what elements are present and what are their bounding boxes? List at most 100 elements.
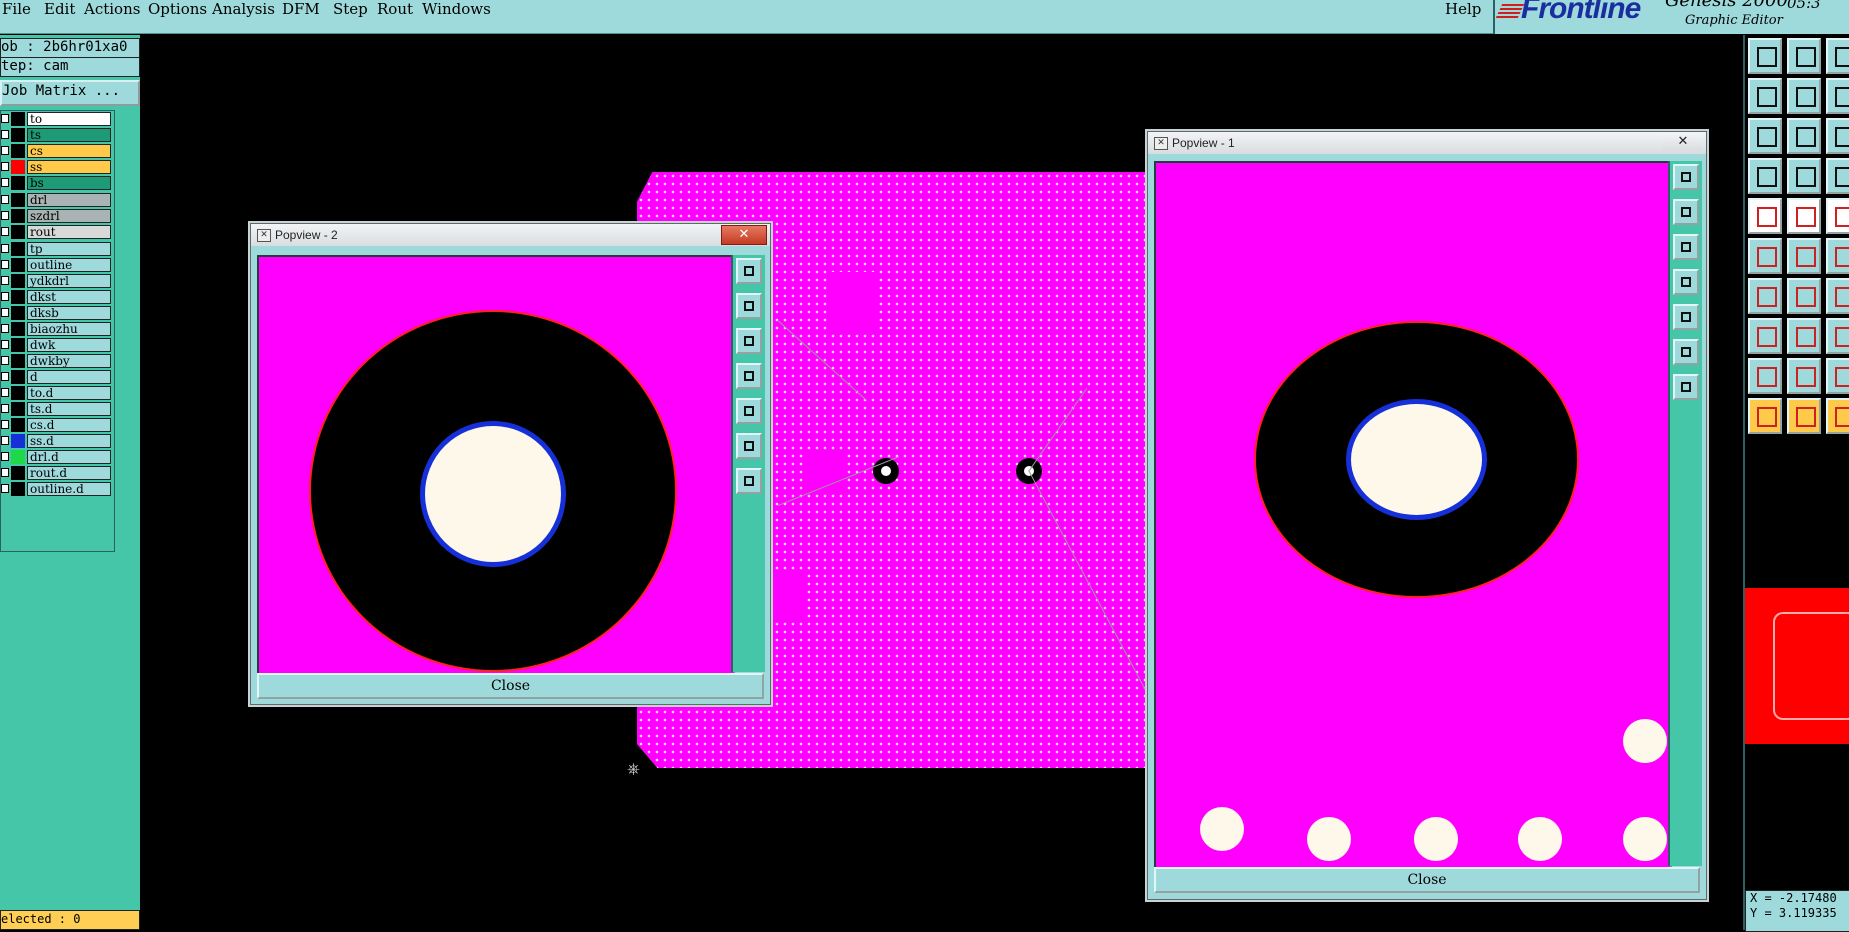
pad-icon[interactable] — [1748, 198, 1782, 234]
layer-name[interactable]: ss.d — [27, 434, 111, 448]
layer-checkbox[interactable] — [1, 340, 9, 349]
menu-help[interactable]: Help — [1445, 0, 1481, 18]
pan-down-icon[interactable] — [736, 328, 762, 354]
layer-checkbox[interactable] — [1, 420, 9, 429]
layer-name[interactable]: outline.d — [27, 482, 111, 496]
layer-row[interactable]: drl — [1, 193, 111, 207]
layer-checkbox[interactable] — [1, 244, 9, 253]
redraw-icon[interactable] — [1826, 78, 1849, 114]
layer-checkbox[interactable] — [1, 356, 9, 365]
house-icon[interactable] — [1826, 38, 1849, 74]
layer-row[interactable]: outline — [1, 258, 111, 272]
zoom-prev-icon[interactable] — [1748, 78, 1782, 114]
layer-name[interactable]: szdrl — [27, 209, 111, 223]
layer-row[interactable]: to — [1, 112, 111, 126]
zoom-out-icon[interactable] — [736, 468, 762, 494]
pointer-icon[interactable] — [1748, 398, 1782, 434]
menu-windows[interactable]: Windows — [422, 0, 491, 18]
layer-checkbox[interactable] — [1, 404, 9, 413]
pan-up-icon[interactable] — [1673, 199, 1699, 225]
menu-actions[interactable]: Actions — [84, 0, 140, 18]
snap-icon[interactable] — [1826, 158, 1849, 194]
popview-2-viewport[interactable] — [257, 255, 735, 676]
layer-name[interactable]: dwkby — [27, 354, 111, 368]
layer-row[interactable]: szdrl — [1, 209, 111, 223]
layer-row[interactable]: drl.d — [1, 450, 111, 464]
layer-checkbox[interactable] — [1, 260, 9, 269]
layer-name[interactable]: d — [27, 370, 111, 384]
zoom-window-icon[interactable] — [736, 258, 762, 284]
layer-name[interactable]: drl.d — [27, 450, 111, 464]
zoom-fit-icon[interactable] — [736, 433, 762, 459]
popview-1-titlebar[interactable]: ✕ Popview - 1 ✕ — [1148, 132, 1706, 154]
zoom-fit-icon[interactable] — [1748, 118, 1782, 154]
pointer-select-icon[interactable] — [1787, 398, 1821, 434]
pan-up-icon[interactable] — [736, 293, 762, 319]
triangle-outline-icon[interactable] — [1787, 358, 1821, 394]
zoom-fit-icon[interactable] — [1673, 339, 1699, 365]
popview-2-titlebar[interactable]: ✕ Popview - 2 ✕ — [251, 224, 770, 246]
layer-checkbox[interactable] — [1, 452, 9, 461]
pan-right-icon[interactable] — [1673, 304, 1699, 330]
layer-checkbox[interactable] — [1, 211, 9, 220]
layer-row[interactable]: dwkby — [1, 354, 111, 368]
popview-1-viewport[interactable] — [1154, 161, 1672, 870]
layer-checkbox[interactable] — [1, 372, 9, 381]
menu-file[interactable]: File — [2, 0, 31, 18]
layer-checkbox[interactable] — [1, 178, 9, 187]
zoom-area-icon[interactable] — [1787, 118, 1821, 154]
layer-row[interactable]: bs — [1, 176, 111, 190]
layer-row[interactable]: d — [1, 370, 111, 384]
diagonal-icon[interactable] — [1748, 278, 1782, 314]
zoom-window-icon[interactable] — [1673, 164, 1699, 190]
layer-row[interactable]: dksb — [1, 306, 111, 320]
settings-icon[interactable] — [1748, 158, 1782, 194]
layer-checkbox[interactable] — [1, 484, 9, 493]
arc-icon[interactable] — [1826, 278, 1849, 314]
layer-checkbox[interactable] — [1, 436, 9, 445]
layer-row[interactable]: biaozhu — [1, 322, 111, 336]
popview-2-close-icon[interactable]: ✕ — [721, 225, 767, 245]
layer-name[interactable]: rout — [27, 225, 111, 239]
layer-name[interactable]: rout.d — [27, 466, 111, 480]
line-icon[interactable] — [1787, 198, 1821, 234]
layer-checkbox[interactable] — [1, 227, 9, 236]
minus-icon[interactable] — [1787, 318, 1821, 354]
menu-step[interactable]: Step — [333, 0, 368, 18]
corner-icon[interactable] — [1826, 358, 1849, 394]
pan-left-icon[interactable] — [1673, 269, 1699, 295]
layer-row[interactable]: ts — [1, 128, 111, 142]
zoom-home-icon[interactable] — [1748, 38, 1782, 74]
grid-icon[interactable] — [1787, 158, 1821, 194]
layer-name[interactable]: dkst — [27, 290, 111, 304]
pan-down-icon[interactable] — [1673, 234, 1699, 260]
popview-1-close-icon[interactable]: ✕ — [1663, 133, 1703, 151]
menu-analysis[interactable]: Analysis — [212, 0, 275, 18]
zoom-next-icon[interactable] — [1787, 78, 1821, 114]
pad-edit-icon[interactable] — [1748, 318, 1782, 354]
layer-name[interactable]: tp — [27, 242, 111, 256]
layer-checkbox[interactable] — [1, 468, 9, 477]
layer-name[interactable]: ss — [27, 160, 111, 174]
pan-right-icon[interactable] — [736, 398, 762, 424]
layer-row[interactable]: rout — [1, 225, 111, 239]
layer-row[interactable]: ss.d — [1, 434, 111, 448]
layer-row[interactable]: dwk — [1, 338, 111, 352]
layer-name[interactable]: drl — [27, 193, 111, 207]
layer-name[interactable]: to — [27, 112, 111, 126]
popview-2-close-button[interactable]: Close — [257, 673, 764, 699]
layer-checkbox[interactable] — [1, 162, 9, 171]
menu-dfm[interactable]: DFM — [282, 0, 320, 18]
layer-checkbox[interactable] — [1, 195, 9, 204]
layer-row[interactable]: ss — [1, 160, 111, 174]
layer-name[interactable]: dwk — [27, 338, 111, 352]
layer-row[interactable]: cs.d — [1, 418, 111, 432]
job-matrix-button[interactable]: Job Matrix ... — [0, 80, 140, 106]
triangle-icon[interactable] — [1748, 358, 1782, 394]
pointer-cancel-icon[interactable] — [1826, 398, 1849, 434]
menu-rout[interactable]: Rout — [377, 0, 413, 18]
layer-name[interactable]: to.d — [27, 386, 111, 400]
layer-checkbox[interactable] — [1, 308, 9, 317]
layer-name[interactable]: cs.d — [27, 418, 111, 432]
menu-options[interactable]: Options — [148, 0, 207, 18]
